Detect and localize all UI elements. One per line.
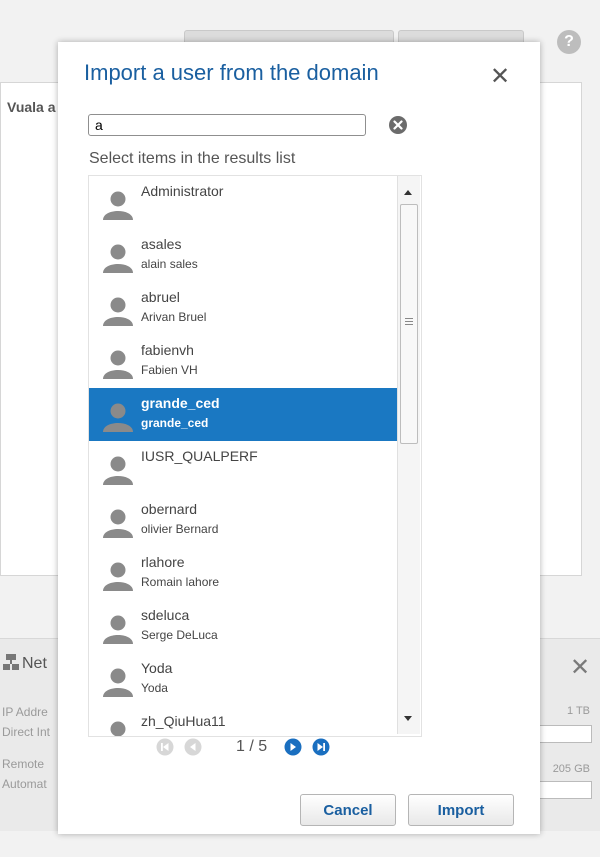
network-label: Automat — [2, 777, 47, 791]
user-avatar-icon — [101, 561, 135, 591]
user-display-name: Fabien VH — [141, 363, 198, 377]
list-item[interactable]: rlahore Romain lahore — [89, 547, 397, 600]
user-display-name: olivier Bernard — [141, 522, 219, 536]
user-display-name: alain sales — [141, 257, 198, 271]
page-indicator: 1 / 5 — [236, 738, 268, 755]
list-item[interactable]: abruel Arivan Bruel — [89, 282, 397, 335]
close-icon[interactable]: ✕ — [570, 653, 590, 682]
user-name: obernard — [141, 501, 198, 517]
import-user-dialog: Import a user from the domain ✕ Select i… — [58, 42, 540, 834]
user-avatar-icon — [101, 720, 135, 736]
list-item[interactable]: fabienvh Fabien VH — [89, 335, 397, 388]
list-item[interactable]: Administrator — [89, 176, 397, 229]
instructions-text: Select items in the results list — [89, 150, 296, 167]
scrollbar[interactable] — [397, 176, 420, 734]
list-item[interactable]: IUSR_QUALPERF — [89, 441, 397, 494]
results-rows: Administrator asales alain sales abruel Ariv… — [89, 176, 397, 736]
network-label: Direct Int — [2, 725, 51, 739]
user-name: rlahore — [141, 554, 185, 570]
user-avatar-icon — [101, 508, 135, 538]
user-name: grande_ced — [141, 395, 220, 411]
network-icon — [3, 654, 19, 670]
last-page-icon[interactable] — [312, 738, 330, 756]
user-name: Yoda — [141, 660, 173, 676]
dialog-title: Import a user from the domain — [84, 60, 379, 85]
list-item[interactable]: asales alain sales — [89, 229, 397, 282]
first-page-icon[interactable] — [156, 738, 174, 756]
list-item[interactable]: zh_QiuHua11 — [89, 706, 397, 736]
user-name: sdeluca — [141, 607, 190, 623]
user-display-name: grande_ced — [141, 416, 209, 430]
list-item[interactable]: sdeluca Serge DeLuca — [89, 600, 397, 653]
close-icon[interactable]: ✕ — [490, 62, 510, 91]
user-avatar-icon — [101, 243, 135, 273]
user-display-name: Arivan Bruel — [141, 310, 207, 324]
user-name: abruel — [141, 289, 180, 305]
list-item[interactable]: grande_ced grande_ced — [89, 388, 397, 441]
background-panel-title: Vuala a — [7, 99, 56, 115]
scroll-thumb[interactable] — [400, 204, 418, 444]
search-input[interactable] — [88, 114, 366, 136]
capacity-label: 205 GB — [552, 763, 590, 775]
user-avatar-icon — [101, 402, 135, 432]
user-name: zh_QiuHua11 — [141, 713, 226, 729]
cancel-button[interactable]: Cancel — [300, 794, 396, 826]
user-name: fabienvh — [141, 342, 194, 358]
user-name: IUSR_QUALPERF — [141, 448, 258, 464]
scroll-up-arrow[interactable] — [404, 190, 412, 195]
user-display-name: Romain lahore — [141, 575, 220, 589]
user-avatar-icon — [101, 349, 135, 379]
user-avatar-icon — [101, 614, 135, 644]
grip-line — [405, 321, 413, 322]
capacity-label: 1 TB — [566, 705, 590, 717]
network-label: Remote — [2, 757, 45, 771]
list-item[interactable]: obernard olivier Bernard — [89, 494, 397, 547]
next-page-icon[interactable] — [284, 738, 302, 756]
help-icon[interactable]: ? — [557, 30, 581, 54]
user-avatar-icon — [101, 296, 135, 326]
user-display-name: Serge DeLuca — [141, 628, 218, 642]
user-avatar-icon — [101, 190, 135, 220]
scroll-down-arrow[interactable] — [404, 716, 412, 721]
import-button[interactable]: Import — [408, 794, 514, 826]
network-title: Net — [22, 655, 47, 672]
network-label: IP Addre — [2, 705, 48, 719]
user-name: Administrator — [141, 183, 224, 199]
user-avatar-icon — [101, 455, 135, 485]
user-avatar-icon — [101, 667, 135, 697]
previous-page-icon[interactable] — [184, 738, 202, 756]
list-item[interactable]: Yoda Yoda — [89, 653, 397, 706]
grip-line — [405, 324, 413, 325]
grip-line — [405, 318, 413, 319]
clear-search-icon[interactable] — [388, 115, 408, 135]
results-list: Administrator asales alain sales abruel Ariv… — [88, 175, 422, 737]
user-name: asales — [141, 236, 182, 252]
user-display-name: Yoda — [141, 681, 168, 695]
